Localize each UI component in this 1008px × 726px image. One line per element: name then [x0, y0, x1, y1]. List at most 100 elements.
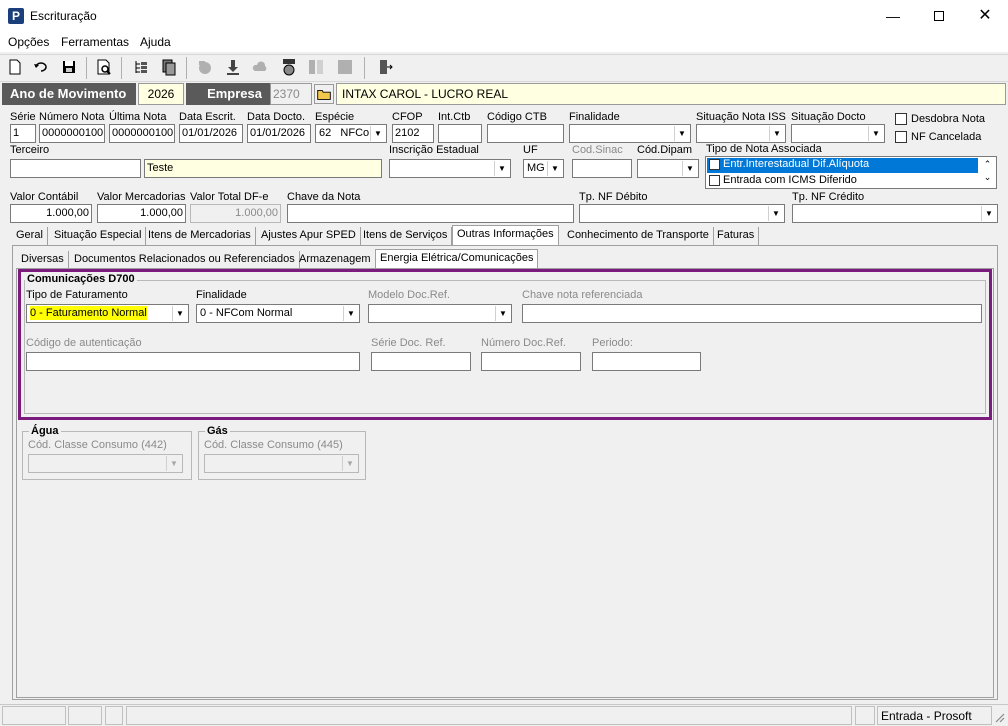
cod-dipam-select[interactable]: ▼	[637, 159, 699, 178]
resize-grip-icon[interactable]	[993, 711, 1005, 723]
toolbar	[0, 54, 1008, 82]
subtab-documentos-relacionados[interactable]: Documentos Relacionados ou Referenciados	[70, 251, 300, 269]
d700-finalidade-label: Finalidade	[196, 289, 247, 301]
tab-itens-servicos[interactable]: Itens de Serviços	[359, 227, 453, 246]
print-preview-icon[interactable]	[95, 58, 113, 76]
list-item[interactable]: Entr.Interestadual Dif.Alíquota	[723, 158, 869, 170]
tp-nf-credito-label: Tp. NF Crédito	[792, 191, 865, 203]
d700-finalidade-select[interactable]: 0 - NFCom Normal ▼	[196, 304, 360, 323]
status-cell	[105, 706, 123, 725]
chevron-down-icon: ▼	[494, 161, 509, 176]
download-icon[interactable]	[224, 58, 242, 76]
tipo-nota-checkbox-0[interactable]	[709, 159, 720, 170]
codigo-autenticacao-field[interactable]	[26, 352, 360, 371]
tab-situacao-especial[interactable]: Situação Especial	[50, 227, 147, 246]
chevron-down-icon[interactable]: ⌄	[980, 172, 995, 183]
desdobra-nota-checkbox[interactable]	[895, 113, 907, 125]
agua-classe-consumo-select: ▼	[28, 454, 183, 473]
tp-nf-debito-select[interactable]: ▼	[579, 204, 785, 223]
tipo-nota-checkbox-1[interactable]	[709, 175, 720, 186]
inscricao-estadual-label: Inscrição Estadual	[389, 144, 479, 156]
tab-geral[interactable]: Geral	[12, 227, 48, 246]
ultima-nota-label: Última Nota	[109, 111, 167, 123]
subtab-energia-eletrica[interactable]: Energia Elétrica/Comunicações	[375, 249, 539, 269]
situacao-iss-label: Situação Nota ISS	[696, 111, 786, 123]
exit-door-icon[interactable]	[376, 58, 394, 76]
modelo-doc-ref-select[interactable]: ▼	[368, 304, 512, 323]
chevron-down-icon: ▼	[769, 126, 784, 141]
cib-coin-icon[interactable]	[280, 58, 298, 76]
app-logo-icon: P	[8, 8, 24, 24]
tp-nf-credito-select[interactable]: ▼	[792, 204, 998, 223]
gas-classe-consumo-label: Cód. Classe Consumo (445)	[204, 439, 343, 451]
minimize-button[interactable]: —	[870, 0, 916, 32]
status-cell	[2, 706, 66, 725]
situacao-docto-select[interactable]: ▼	[791, 124, 885, 143]
menu-opcoes[interactable]: Opções	[8, 35, 49, 49]
codigo-ctb-field[interactable]	[487, 124, 564, 143]
empresa-code-field: 2370	[270, 83, 312, 105]
numero-doc-ref-field[interactable]	[481, 352, 581, 371]
cod-sinac-field[interactable]	[572, 159, 632, 178]
chave-nota-ref-label: Chave nota referenciada	[522, 289, 643, 301]
uf-select[interactable]: MG ▼	[523, 159, 564, 178]
chave-nota-field[interactable]	[287, 204, 574, 223]
list-scrollbar[interactable]: ⌃ ⌄	[980, 157, 995, 188]
cfop-field[interactable]: 2102	[392, 124, 434, 143]
int-ctb-field[interactable]	[438, 124, 482, 143]
chevron-down-icon: ▼	[682, 161, 697, 176]
nf-cancelada-checkbox[interactable]	[895, 131, 907, 143]
d700-title: Comunicações D700	[25, 273, 137, 285]
documents-icon[interactable]	[160, 58, 178, 76]
gear-icon	[199, 61, 211, 74]
blank-tool-icon	[338, 60, 352, 74]
nf-cancelada-label: NF Cancelada	[911, 131, 982, 143]
columns-icon	[309, 60, 323, 74]
serie-doc-ref-field[interactable]	[371, 352, 471, 371]
tab-ajustes-apur-sped[interactable]: Ajustes Apur SPED	[257, 227, 361, 246]
open-folder-icon[interactable]	[314, 84, 334, 104]
serie-doc-ref-label: Série Doc. Ref.	[371, 337, 446, 349]
periodo-label: Periodo:	[592, 337, 633, 349]
valor-mercadorias-field[interactable]: 1.000,00	[97, 204, 186, 223]
undo-icon[interactable]	[32, 58, 50, 76]
tab-itens-mercadorias[interactable]: Itens de Mercadorias	[144, 227, 256, 246]
inscricao-estadual-select[interactable]: ▼	[389, 159, 511, 178]
chave-nota-ref-field[interactable]	[522, 304, 982, 323]
ano-movimento-field[interactable]: 2026	[138, 83, 184, 105]
tab-faturas[interactable]: Faturas	[713, 227, 760, 246]
list-item[interactable]: Entrada com ICMS Diferido	[723, 174, 857, 186]
ultima-nota-field[interactable]: 0000000100	[109, 124, 175, 143]
chevron-down-icon: ▼	[768, 206, 783, 221]
terceiro-name-field: Teste	[144, 159, 382, 178]
close-button[interactable]: ✕	[962, 0, 1008, 32]
periodo-field[interactable]	[592, 352, 701, 371]
data-docto-field[interactable]: 01/01/2026	[247, 124, 311, 143]
tree-list-icon[interactable]	[132, 58, 150, 76]
terceiro-code-field[interactable]	[10, 159, 141, 178]
valor-contabil-field[interactable]: 1.000,00	[10, 204, 92, 223]
menu-ferramentas[interactable]: Ferramentas	[61, 35, 129, 49]
data-escrit-field[interactable]: 01/01/2026	[179, 124, 243, 143]
tab-outras-informacoes[interactable]: Outras Informações	[452, 225, 559, 246]
save-icon[interactable]	[60, 58, 78, 76]
tab-conhecimento-transporte[interactable]: Conhecimento de Transporte	[563, 227, 714, 246]
terceiro-label: Terceiro	[10, 144, 50, 156]
finalidade-select[interactable]: ▼	[569, 124, 691, 143]
window-title: Escrituração	[30, 9, 97, 23]
subtab-diversas[interactable]: Diversas	[17, 251, 69, 269]
numero-nota-label: Número Nota	[39, 111, 105, 123]
maximize-button[interactable]	[916, 0, 962, 32]
menu-ajuda[interactable]: Ajuda	[140, 35, 171, 49]
subtab-armazenagem[interactable]: Armazenagem	[295, 251, 376, 269]
serie-field[interactable]: 1	[10, 124, 36, 143]
serie-label: Série	[10, 111, 36, 123]
new-document-icon[interactable]	[6, 58, 24, 76]
tipo-faturamento-select[interactable]: 0 - Faturamento Normal ▼	[26, 304, 189, 323]
chevron-up-icon[interactable]: ⌃	[980, 159, 995, 170]
especie-select[interactable]: 62 NFCo ▼	[315, 124, 387, 143]
agua-classe-consumo-label: Cód. Classe Consumo (442)	[28, 439, 167, 451]
valor-mercadorias-label: Valor Mercadorias	[97, 191, 186, 203]
situacao-iss-select[interactable]: ▼	[696, 124, 786, 143]
numero-nota-field[interactable]: 0000000100	[39, 124, 105, 143]
